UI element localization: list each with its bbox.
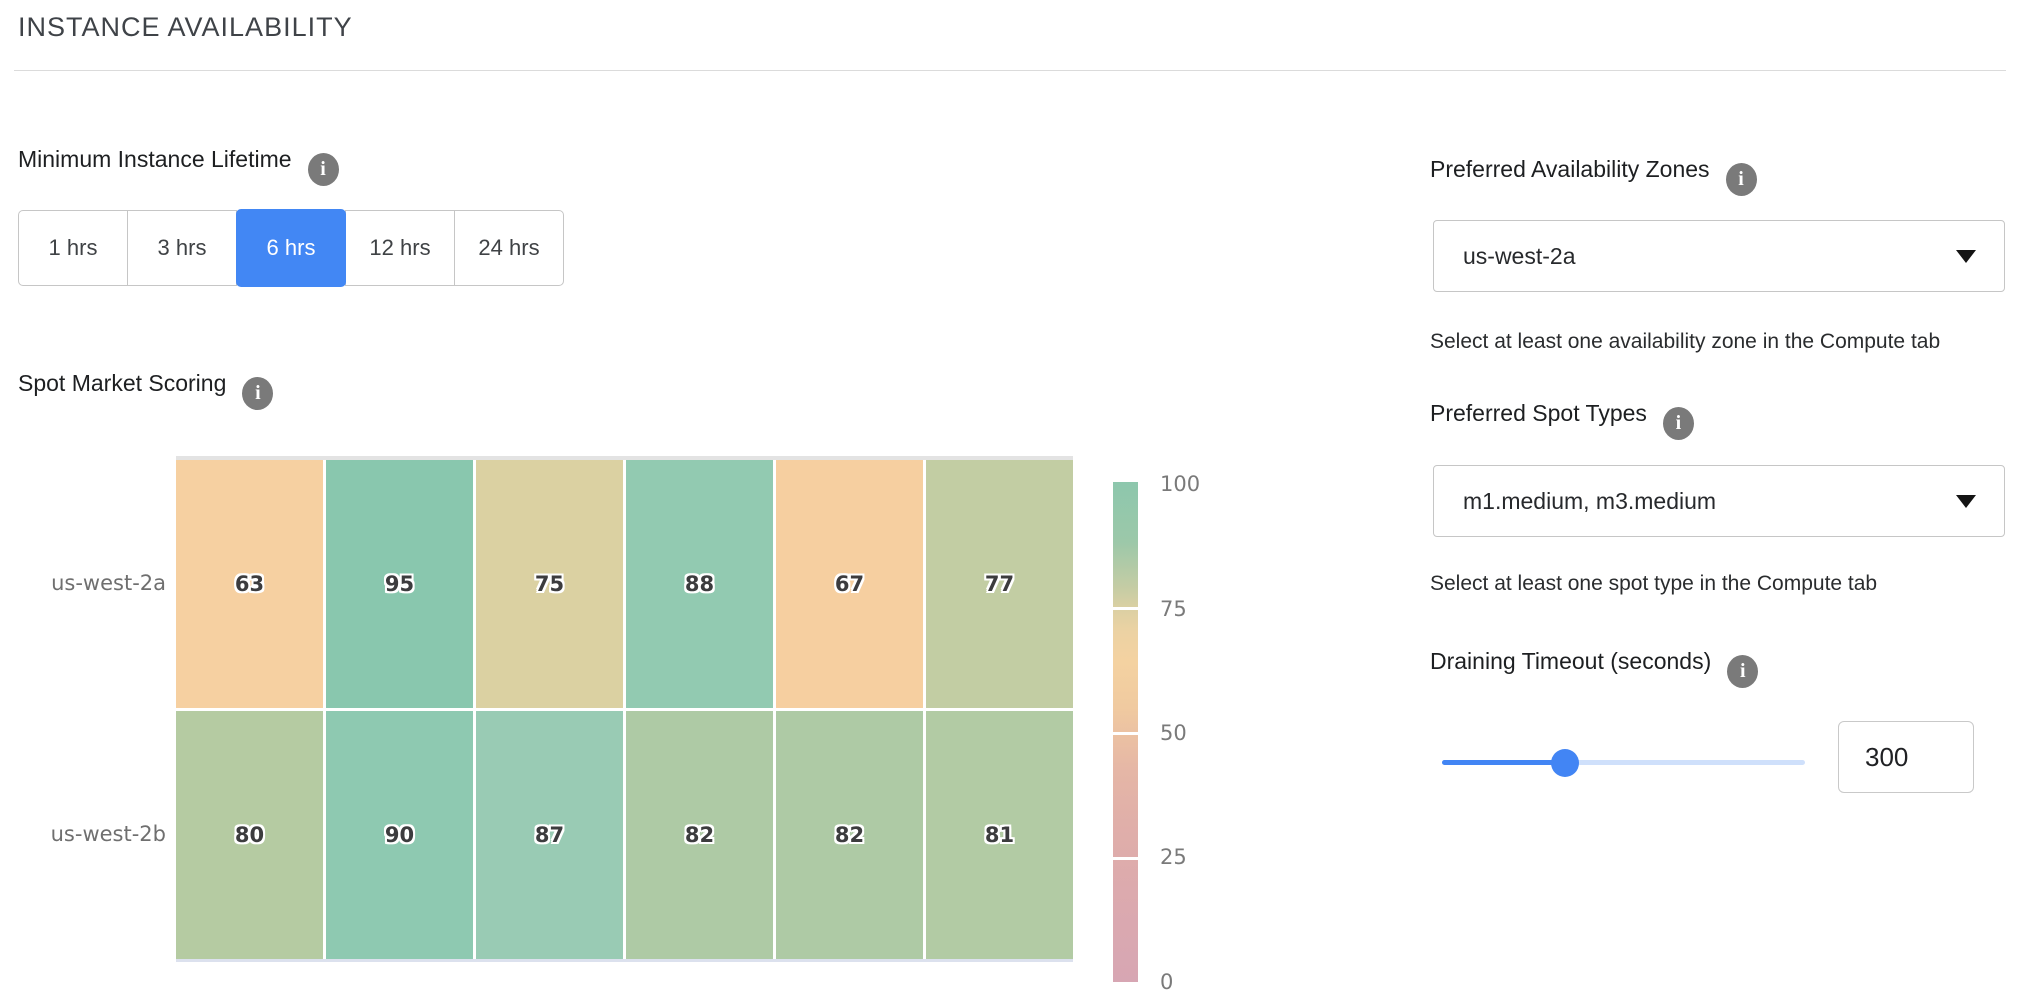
colorbar-label-25: 25 (1160, 845, 1187, 869)
spot-types-dropdown[interactable]: m1.medium, m3.medium (1433, 465, 2005, 537)
info-icon[interactable]: i (1727, 655, 1758, 688)
lifetime-button-3hrs[interactable]: 3 hrs (127, 210, 237, 286)
heatmap-cell: 90 (326, 711, 473, 959)
spot-market-scoring-label: Spot Market Scoring (18, 370, 226, 396)
minimum-instance-lifetime-label: Minimum Instance Lifetime (18, 146, 292, 172)
spot-types-value: m1.medium, m3.medium (1463, 488, 1956, 515)
heatmap-cell: 80 (176, 711, 323, 959)
colorbar-label-50: 50 (1160, 721, 1187, 745)
availability-zones-dropdown[interactable]: us-west-2a (1433, 220, 2005, 292)
heatmap-cell: 95 (326, 460, 473, 708)
heatmap-cell: 63 (176, 460, 323, 708)
info-icon[interactable]: i (308, 153, 339, 186)
heatmap-cell: 77 (926, 460, 1073, 708)
colorbar-tick-25 (1113, 857, 1138, 860)
lifetime-button-6hrs[interactable]: 6 hrs (236, 209, 346, 287)
preferred-availability-zones-label: Preferred Availability Zones (1430, 156, 1710, 182)
colorbar-label-75: 75 (1160, 597, 1187, 621)
page-title: INSTANCE AVAILABILITY (18, 12, 353, 43)
colorbar-tick-75 (1113, 607, 1138, 610)
slider-thumb[interactable] (1551, 749, 1579, 777)
heatmap-cell: 81 (926, 711, 1073, 959)
minimum-instance-lifetime-button-group: 1 hrs 3 hrs 6 hrs 12 hrs 24 hrs (18, 210, 564, 288)
lifetime-button-24hrs[interactable]: 24 hrs (454, 210, 564, 286)
lifetime-button-12hrs[interactable]: 12 hrs (345, 210, 455, 286)
heatmap-colorbar (1113, 482, 1138, 982)
heatmap-cell: 82 (776, 711, 923, 959)
info-icon[interactable]: i (242, 377, 273, 410)
heatmap-cell: 82 (626, 711, 773, 959)
spot-types-helper: Select at least one spot type in the Com… (1430, 572, 1877, 596)
draining-timeout-slider[interactable] (1442, 749, 1805, 777)
heatmap-cell: 87 (476, 711, 623, 959)
lifetime-button-1hrs[interactable]: 1 hrs (18, 210, 128, 286)
chevron-down-icon (1956, 250, 1976, 263)
colorbar-label-100: 100 (1160, 472, 1200, 496)
info-icon[interactable]: i (1726, 163, 1757, 196)
heatmap-grid: 63 95 75 88 67 77 80 90 87 82 82 81 (176, 460, 1073, 959)
draining-timeout-input[interactable] (1838, 721, 1974, 793)
header-divider (14, 70, 2006, 71)
draining-timeout-label: Draining Timeout (seconds) (1430, 648, 1711, 674)
heatmap-bottom-border (176, 959, 1073, 962)
heatmap-row-label-us-west-2a: us-west-2a (18, 571, 166, 595)
colorbar-tick-50 (1113, 732, 1138, 735)
slider-fill (1442, 760, 1565, 765)
preferred-spot-types-label: Preferred Spot Types (1430, 400, 1647, 426)
availability-zones-helper: Select at least one availability zone in… (1430, 330, 1940, 354)
info-icon[interactable]: i (1663, 407, 1694, 440)
heatmap-cell: 67 (776, 460, 923, 708)
spot-market-scoring-heatmap: 63 95 75 88 67 77 80 90 87 82 82 81 (176, 456, 1073, 962)
heatmap-cell: 75 (476, 460, 623, 708)
availability-zones-value: us-west-2a (1463, 243, 1956, 270)
heatmap-row-label-us-west-2b: us-west-2b (18, 822, 166, 846)
heatmap-cell: 88 (626, 460, 773, 708)
chevron-down-icon (1956, 495, 1976, 508)
colorbar-label-0: 0 (1160, 970, 1173, 994)
